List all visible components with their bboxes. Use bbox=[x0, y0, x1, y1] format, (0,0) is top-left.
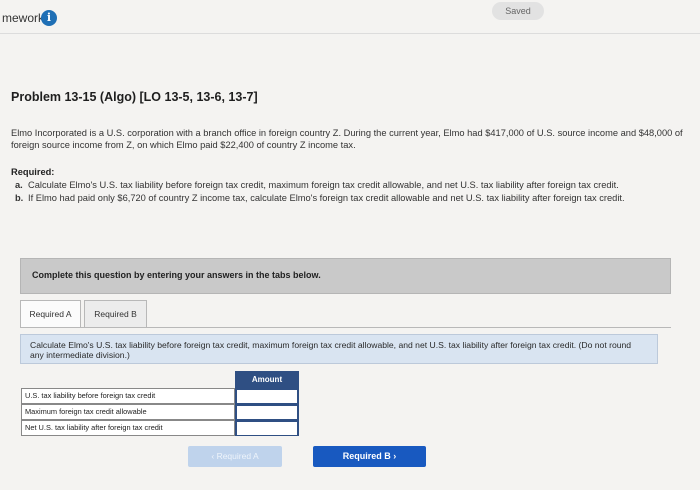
top-bar: mework i Saved bbox=[0, 0, 700, 30]
table-row: Net U.S. tax liability after foreign tax… bbox=[21, 420, 299, 436]
next-required-b-button[interactable]: Required B › bbox=[313, 446, 426, 467]
required-heading: Required: bbox=[11, 167, 55, 177]
problem-intro: Elmo Incorporated is a U.S. corporation … bbox=[11, 128, 683, 150]
prev-required-a-button[interactable]: ‹ Required A bbox=[188, 446, 282, 467]
amount-column-header: Amount bbox=[235, 371, 299, 388]
header-divider bbox=[0, 33, 700, 34]
requirement-tag: b. bbox=[15, 193, 24, 203]
question-text: Calculate Elmo's U.S. tax liability befo… bbox=[30, 340, 632, 360]
instruction-text: Complete this question by entering your … bbox=[32, 270, 321, 280]
tab-required-a[interactable]: Required A bbox=[20, 300, 81, 328]
row-label: Net U.S. tax liability after foreign tax… bbox=[21, 420, 235, 436]
tab-required-b[interactable]: Required B bbox=[84, 300, 147, 328]
requirement-b: b. If Elmo had paid only $6,720 of count… bbox=[15, 192, 675, 204]
requirements-list: a. Calculate Elmo's U.S. tax liability b… bbox=[15, 179, 675, 205]
table-row: Maximum foreign tax credit allowable bbox=[21, 404, 299, 420]
us-tax-before-ftc-input[interactable] bbox=[235, 388, 299, 404]
row-label: Maximum foreign tax credit allowable bbox=[21, 404, 235, 420]
instruction-bar: Complete this question by entering your … bbox=[20, 258, 671, 294]
requirement-text: If Elmo had paid only $6,720 of country … bbox=[28, 193, 625, 203]
saved-status-badge: Saved bbox=[492, 2, 544, 20]
net-us-tax-after-ftc-input[interactable] bbox=[235, 420, 299, 436]
max-ftc-allowable-input[interactable] bbox=[235, 404, 299, 420]
problem-title: Problem 13-15 (Algo) [LO 13-5, 13-6, 13-… bbox=[11, 90, 258, 104]
requirement-text: Calculate Elmo's U.S. tax liability befo… bbox=[28, 180, 619, 190]
requirement-a: a. Calculate Elmo's U.S. tax liability b… bbox=[15, 179, 675, 191]
homework-title: mework bbox=[2, 11, 45, 25]
question-box: Calculate Elmo's U.S. tax liability befo… bbox=[20, 334, 658, 364]
table-row: U.S. tax liability before foreign tax cr… bbox=[21, 388, 299, 404]
row-label: U.S. tax liability before foreign tax cr… bbox=[21, 388, 235, 404]
requirement-tag: a. bbox=[15, 180, 23, 190]
info-icon[interactable]: i bbox=[41, 10, 57, 26]
